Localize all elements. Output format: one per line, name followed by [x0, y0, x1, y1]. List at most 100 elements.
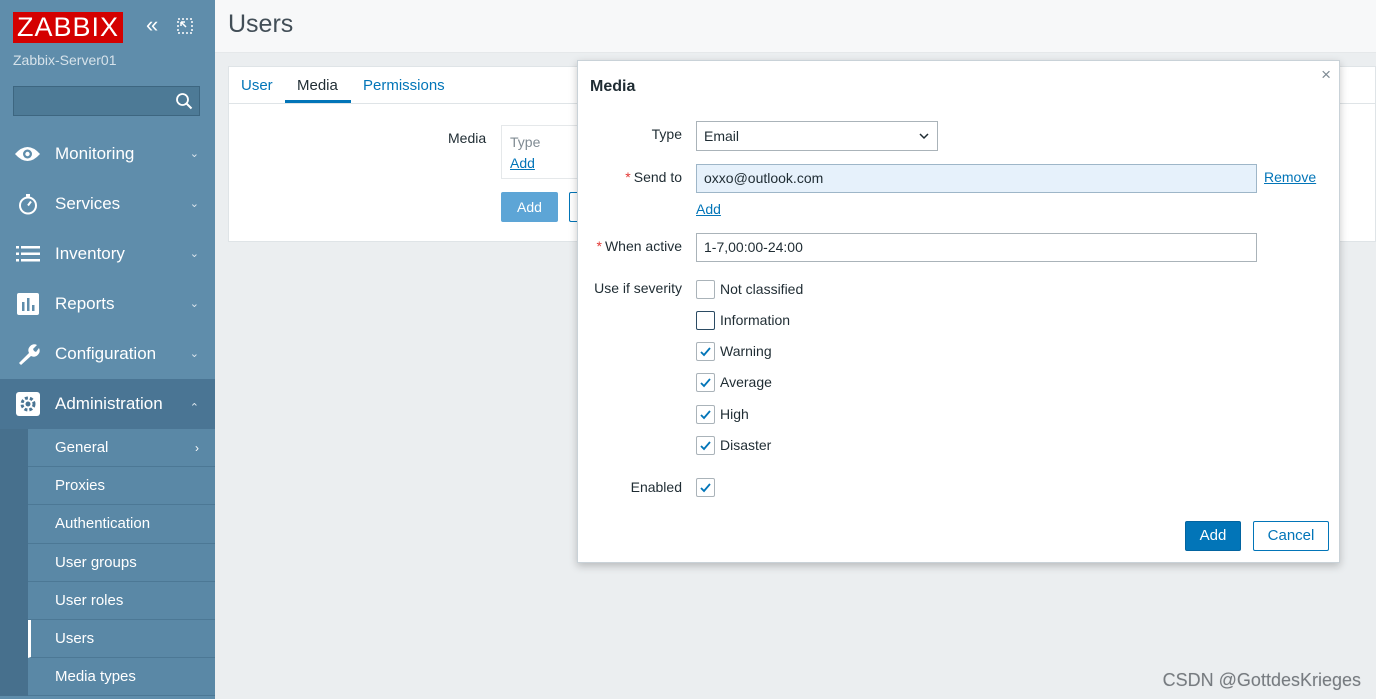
submenu-list: General › Proxies Authentication User gr… [28, 429, 215, 697]
menu-reports[interactable]: Reports ⌄ [0, 279, 215, 329]
severity-label: Average [720, 374, 772, 390]
when-active-input[interactable]: 1-7,00:00-24:00 [696, 233, 1257, 262]
enabled-checkbox[interactable] [696, 477, 715, 497]
required-asterisk: * [625, 169, 631, 185]
when-active-label: * When active [597, 238, 683, 254]
severity-warning[interactable]: Warning [696, 341, 772, 361]
collapse-sidebar-icon[interactable]: « [146, 14, 166, 36]
checkbox-checked[interactable] [696, 404, 715, 424]
gear-icon [14, 391, 41, 418]
type-select[interactable]: Email [696, 121, 938, 151]
menu-label: Monitoring [55, 144, 135, 163]
submenu-proxies[interactable]: Proxies [28, 467, 215, 506]
close-icon[interactable]: × [1321, 65, 1331, 85]
kiosk-mode-icon[interactable] [176, 17, 194, 35]
media-add-link[interactable]: Add [510, 155, 535, 171]
chevron-down-icon: ⌄ [189, 348, 199, 360]
submenu-label: Users [55, 630, 95, 648]
severity-label: High [720, 406, 749, 422]
chevron-down-icon: ⌄ [189, 198, 199, 210]
checkmark-icon [700, 409, 711, 419]
main-menu: Monitoring ⌄ Services ⌄ Inventory ⌄ Repo… [0, 129, 215, 697]
severity-label: Not classified [720, 281, 804, 297]
chevron-down-icon [919, 133, 929, 140]
chevron-up-icon: ⌃ [189, 402, 199, 414]
chevron-down-icon: ⌄ [189, 298, 199, 310]
checkbox[interactable] [696, 310, 715, 330]
menu-label: Administration [55, 394, 163, 413]
when-active-label-text: When active [604, 238, 682, 254]
page-header [215, 0, 1376, 53]
submenu-label: Authentication [55, 515, 151, 533]
submenu-gutter [0, 429, 28, 697]
send-to-label-text: Send to [633, 169, 682, 185]
send-to-input[interactable]: oxxo@outlook.com [696, 164, 1257, 193]
severity-label: Information [720, 312, 791, 328]
watermark-text: CSDN @GottdesKrieges [1162, 670, 1361, 690]
severity-high[interactable]: High [696, 404, 749, 424]
chevron-right-icon: › [195, 441, 199, 455]
tab-media[interactable]: Media [297, 77, 338, 94]
severity-disaster[interactable]: Disaster [696, 435, 771, 455]
chevron-down-icon: ⌄ [189, 248, 199, 260]
media-table-header: Type [510, 134, 541, 150]
severity-label: Disaster [720, 437, 772, 453]
add-user-button[interactable]: Add [501, 192, 558, 222]
menu-configuration[interactable]: Configuration ⌄ [0, 329, 215, 379]
submenu-label: Media types [55, 668, 136, 686]
server-name: Zabbix-Server01 [13, 52, 117, 68]
list-icon [14, 241, 41, 268]
submenu-users[interactable]: Users [28, 619, 215, 659]
send-to-label: * Send to [625, 169, 682, 185]
checkbox-checked[interactable] [696, 341, 715, 361]
active-tab-indicator [285, 100, 351, 103]
submenu-user-groups[interactable]: User groups [28, 543, 215, 582]
media-dialog: Media × Type Email * Send to oxxo@outlook… [577, 60, 1340, 563]
severity-information[interactable]: Information [696, 310, 790, 330]
severity-not-classified[interactable]: Not classified [696, 279, 803, 299]
submenu-authentication[interactable]: Authentication [28, 505, 215, 544]
menu-label: Inventory [55, 244, 125, 263]
submenu-user-roles[interactable]: User roles [28, 581, 215, 620]
eye-icon [14, 141, 41, 168]
add-send-to-link[interactable]: Add [696, 201, 721, 217]
submenu-label: Proxies [55, 477, 106, 495]
administration-submenu: General › Proxies Authentication User gr… [0, 429, 215, 697]
submenu-general[interactable]: General › [28, 429, 215, 468]
sidebar-search-input[interactable] [13, 86, 200, 116]
checkbox-checked[interactable] [696, 372, 715, 392]
menu-label: Services [55, 194, 121, 213]
checkmark-icon [700, 377, 711, 387]
use-if-severity-label: Use if severity [594, 280, 682, 296]
type-label: Type [651, 126, 682, 142]
submenu-label: User roles [55, 591, 124, 609]
page-title: Users [228, 10, 294, 38]
tab-permissions[interactable]: Permissions [363, 77, 445, 94]
remove-link[interactable]: Remove [1264, 169, 1316, 185]
dialog-cancel-button[interactable]: Cancel [1253, 521, 1329, 551]
menu-label: Configuration [55, 344, 157, 363]
menu-services[interactable]: Services ⌄ [0, 179, 215, 229]
dialog-add-button[interactable]: Add [1185, 521, 1241, 551]
severity-average[interactable]: Average [696, 372, 772, 392]
checkmark-icon [700, 346, 711, 356]
enabled-checkbox-row[interactable] [696, 477, 720, 497]
zabbix-logo[interactable]: ZABBIX [13, 12, 124, 43]
checkbox[interactable] [696, 279, 715, 299]
dialog-title: Media [590, 78, 636, 95]
checkbox-checked[interactable] [696, 435, 715, 455]
tab-user[interactable]: User [241, 77, 273, 94]
submenu-media-types[interactable]: Media types [28, 658, 215, 697]
menu-monitoring[interactable]: Monitoring ⌄ [0, 129, 215, 179]
search-icon[interactable] [175, 92, 193, 110]
checkmark-icon [700, 440, 711, 450]
checkmark-icon [700, 482, 711, 492]
media-label: Media [448, 130, 487, 146]
type-select-value: Email [704, 128, 740, 144]
menu-label: Reports [55, 294, 115, 313]
bar-chart-icon [14, 291, 41, 318]
menu-administration[interactable]: Administration ⌃ [0, 379, 215, 429]
menu-inventory[interactable]: Inventory ⌄ [0, 229, 215, 279]
required-asterisk: * [596, 238, 602, 254]
watermark: CSDN @GottdesKrieges [1163, 670, 1361, 691]
